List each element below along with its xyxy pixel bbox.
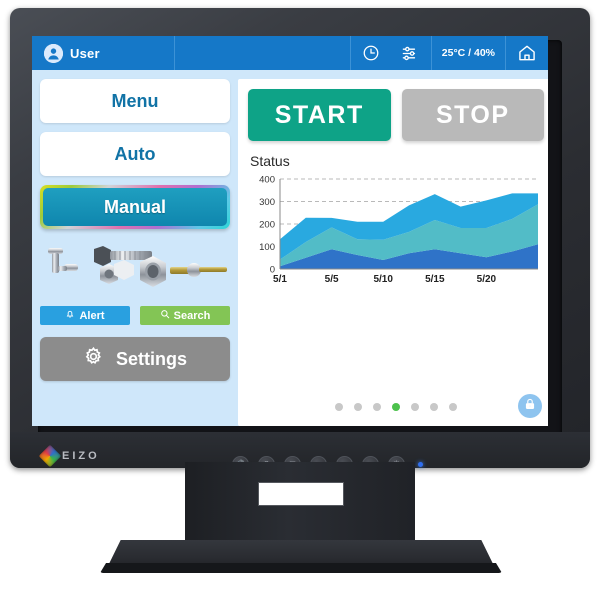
x-axis-tick: 5/20 — [477, 274, 497, 285]
parts-photo — [40, 240, 230, 300]
start-button-label: START — [274, 100, 364, 129]
pagination-dot[interactable] — [392, 403, 400, 411]
alert-button[interactable]: Alert — [40, 306, 130, 325]
search-button[interactable]: Search — [140, 306, 230, 325]
gear-icon — [83, 346, 104, 372]
alert-button-label: Alert — [79, 309, 105, 322]
screen: User 25°C / 40% Menu Auto Manual Alert S… — [32, 36, 548, 426]
pagination-dot[interactable] — [354, 403, 362, 411]
sidebar-item-menu[interactable]: Menu — [40, 79, 230, 123]
lock-button[interactable] — [518, 394, 542, 418]
stop-button[interactable]: STOP — [401, 89, 544, 141]
screenshot-root: User 25°C / 40% Menu Auto Manual Alert S… — [0, 0, 600, 600]
pagination-dot[interactable] — [430, 403, 438, 411]
bell-icon — [65, 309, 75, 322]
y-axis-tick: 200 — [259, 220, 275, 231]
x-axis-tick: 5/15 — [425, 274, 445, 285]
sidebar-item-label: Auto — [114, 143, 156, 164]
settings-button[interactable]: Settings — [40, 337, 230, 381]
y-axis-tick: 400 — [259, 175, 275, 186]
sidebar-item-label: Menu — [111, 90, 159, 111]
sidebar: Menu Auto Manual Alert Search Settings — [40, 79, 230, 426]
eizo-wordmark: EIZO — [62, 450, 100, 462]
home-icon[interactable] — [506, 36, 548, 70]
lock-icon — [523, 397, 537, 416]
stand-cable-slot — [258, 482, 344, 506]
pagination — [248, 394, 544, 420]
settings-button-label: Settings — [115, 348, 187, 369]
power-led — [418, 462, 423, 467]
top-bar-spacer — [175, 36, 351, 70]
pagination-dot[interactable] — [449, 403, 457, 411]
eizo-diamond-icon — [38, 444, 62, 468]
monitor-stand-base-lip — [100, 563, 502, 573]
clock-icon[interactable] — [351, 36, 391, 70]
sidebar-item-auto[interactable]: Auto — [40, 132, 230, 176]
y-axis-tick: 300 — [259, 197, 275, 208]
x-axis-tick: 5/1 — [273, 274, 287, 285]
eizo-logo: EIZO — [38, 444, 100, 468]
pagination-dot[interactable] — [335, 403, 343, 411]
pagination-dots[interactable] — [335, 403, 457, 411]
start-button[interactable]: START — [248, 89, 391, 141]
pagination-dot[interactable] — [373, 403, 381, 411]
chart-title: Status — [250, 153, 290, 169]
user-label: User — [70, 45, 100, 61]
sliders-icon[interactable] — [391, 36, 432, 70]
sidebar-item-manual[interactable]: Manual — [40, 185, 230, 229]
environment-readout: 25°C / 40% — [432, 36, 506, 70]
x-axis-tick: 5/10 — [373, 274, 393, 285]
y-axis-tick: 100 — [259, 242, 275, 253]
top-bar: User 25°C / 40% — [32, 36, 548, 70]
magnifier-icon — [160, 309, 170, 322]
search-button-label: Search — [173, 309, 211, 322]
screen-content: Menu Auto Manual Alert Search Settings S… — [32, 70, 548, 426]
main-panel: START STOP Status 0 100 200 300 400 5/1 5/5 5/1… — [238, 79, 548, 426]
user-avatar-icon — [44, 43, 63, 63]
x-axis-tick: 5/5 — [325, 274, 339, 285]
user-chip[interactable]: User — [32, 36, 175, 70]
chart-canvas: 01002003004005/1 5/5 5/10 5/15 5/20 — [259, 175, 538, 285]
stop-button-label: STOP — [435, 100, 510, 129]
pagination-dot[interactable] — [411, 403, 419, 411]
run-controls: START STOP — [248, 89, 544, 141]
quick-actions: Alert Search — [40, 306, 230, 325]
sidebar-item-label: Manual — [103, 196, 166, 217]
status-area-chart: 0 100 200 300 400 5/1 5/5 5/10 5/15 5/20 — [248, 173, 544, 394]
